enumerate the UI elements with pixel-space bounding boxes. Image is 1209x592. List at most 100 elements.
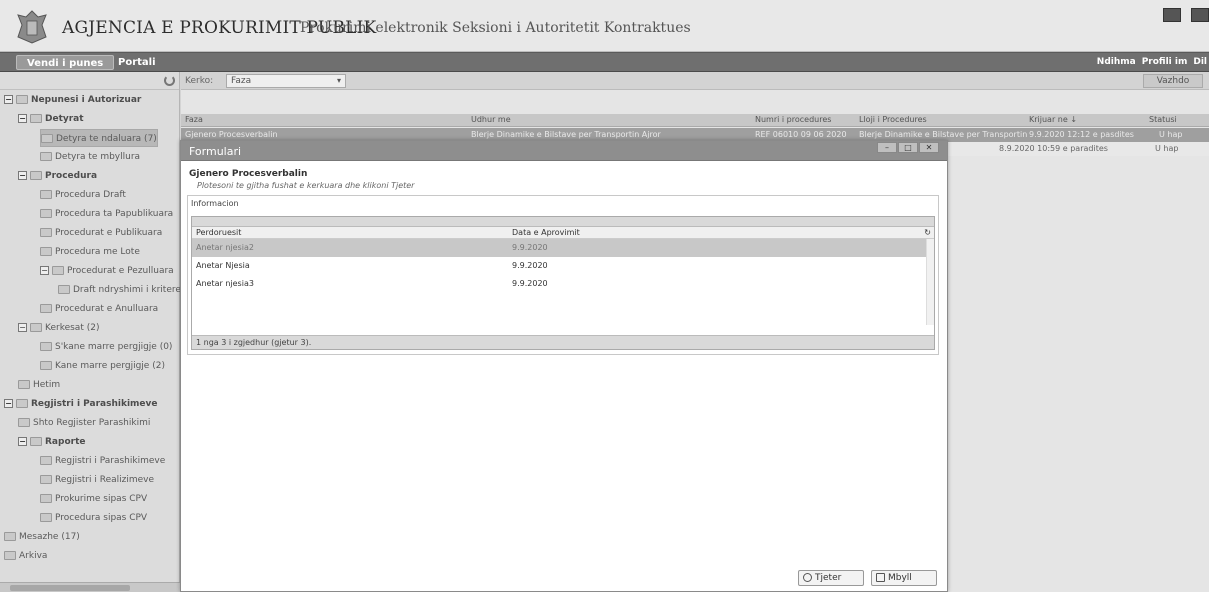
sidebar-item[interactable]: − Regjistri i Parashikimeve: [4, 395, 158, 413]
sidebar-item[interactable]: Detyra te mbyllura: [40, 148, 140, 166]
sidebar-item-label: Procedura me Lote: [55, 247, 140, 257]
next-label: Tjeter: [815, 573, 842, 583]
folder-icon: [40, 513, 52, 522]
search-field-value: Faza: [231, 76, 252, 86]
cell-statusi: U hap: [1159, 130, 1183, 139]
flag-icon[interactable]: [1191, 8, 1209, 22]
cell-user: Anetar njesia3: [196, 279, 254, 288]
sidebar-item[interactable]: Procedura sipas CPV: [40, 509, 147, 527]
close-icon[interactable]: ✕: [919, 142, 939, 153]
sidebar-item[interactable]: − Nepunesi i Autorizuar: [4, 91, 141, 109]
folder-icon: [16, 399, 28, 408]
sidebar-item[interactable]: Mesazhe (17): [4, 528, 80, 546]
col-krijuar[interactable]: Krijuar ne ↓: [1029, 115, 1077, 124]
sidebar-item[interactable]: − Procedura: [18, 167, 97, 185]
tree-expander-icon[interactable]: −: [18, 171, 27, 180]
table-row[interactable]: Anetar njesia2 9.9.2020: [192, 239, 934, 257]
sidebar-item-label: Procedura: [45, 171, 98, 181]
flag-icon[interactable]: [1163, 8, 1181, 22]
cell-date: 9.9.2020: [512, 279, 548, 288]
folder-icon: [40, 152, 52, 161]
sidebar-item-label: Arkiva: [19, 551, 48, 561]
close-label: Mbyll: [888, 573, 912, 583]
cell-date: 9.9.2020: [512, 261, 548, 270]
refresh-icon[interactable]: ↻: [924, 228, 931, 237]
sidebar-item[interactable]: − Detyrat: [18, 110, 84, 128]
logout-link[interactable]: Dil: [1193, 57, 1207, 67]
close-button[interactable]: Mbyll: [871, 570, 937, 586]
sidebar-item-label: Procedura Draft: [55, 190, 126, 200]
sidebar-item[interactable]: Prokurime sipas CPV: [40, 490, 147, 508]
minimize-icon[interactable]: –: [877, 142, 897, 153]
sidebar-item[interactable]: Procedura Draft: [40, 186, 126, 204]
form-heading: Gjenero Procesverbalin: [189, 169, 308, 179]
col-numri[interactable]: Numri i procedures: [755, 115, 831, 124]
cell-user: Anetar njesia2: [196, 243, 254, 252]
profile-link[interactable]: Profili im: [1142, 57, 1188, 67]
folder-icon: [40, 209, 52, 218]
sidebar-item-label: Kane marre pergjigje (2): [55, 361, 165, 371]
cell-lloji: Blerje Dinamike e Bilstave per Transport…: [859, 130, 1027, 139]
form-hint: Plotesoni te gjitha fushat e kerkuara dh…: [197, 181, 415, 190]
dialog-tools: – □ ✕: [876, 142, 939, 153]
folder-icon: [40, 456, 52, 465]
tree-expander-icon[interactable]: −: [18, 437, 27, 446]
tree-expander-icon[interactable]: −: [40, 266, 49, 275]
folder-icon: [40, 228, 52, 237]
next-button[interactable]: Tjeter: [798, 570, 864, 586]
sidebar-item[interactable]: Arkiva: [4, 547, 47, 565]
table-row[interactable]: Anetar Njesia 9.9.2020: [192, 257, 934, 275]
tree-expander-icon[interactable]: −: [4, 399, 13, 408]
folder-icon: [58, 285, 70, 294]
sidebar-item-label: Kerkesat (2): [45, 323, 100, 333]
refresh-icon[interactable]: [164, 75, 175, 86]
sidebar-scrollbar[interactable]: [0, 582, 180, 592]
sidebar-item[interactable]: Shto Regjister Parashikimi: [18, 414, 150, 432]
tab-vendi-i-punes[interactable]: Vendi i punes: [16, 55, 115, 70]
sidebar-item[interactable]: Procedurat e Anulluara: [40, 300, 158, 318]
dialog-title: Formulari: [189, 145, 242, 158]
sidebar-item[interactable]: Regjistri i Parashikimeve: [40, 452, 165, 470]
sidebar-item[interactable]: Hetim: [18, 376, 60, 394]
cell-krijuar: 9.9.2020 12:12 e pasdites: [1029, 130, 1134, 139]
sidebar-item[interactable]: Detyra te ndaluara (7): [40, 129, 158, 147]
sidebar-toolbar: [0, 72, 179, 90]
tree-expander-icon[interactable]: −: [18, 114, 27, 123]
continue-button[interactable]: Vazhdo: [1143, 74, 1203, 88]
sidebar-item[interactable]: − Kerkesat (2): [18, 319, 99, 337]
approvals-grid-header: Perdoruesit Data e Aprovimit ↻: [192, 227, 934, 239]
sidebar-item[interactable]: Procedurat e Publikuara: [40, 224, 162, 242]
app-header: AGJENCIA E PROKURIMIT PUBLIK Prokurimi e…: [0, 0, 1209, 52]
tab-portali[interactable]: Portali: [108, 55, 166, 70]
tree-expander-icon[interactable]: −: [4, 95, 13, 104]
grid-scrollbar[interactable]: [926, 239, 934, 325]
folder-icon: [18, 418, 30, 427]
header-icons: [1163, 8, 1209, 22]
sidebar-item-label: Procedura ta Papublikuara: [55, 209, 174, 219]
maximize-icon[interactable]: □: [898, 142, 918, 153]
sidebar-item[interactable]: − Procedurat e Pezulluara: [40, 262, 174, 280]
search-field-select[interactable]: Faza ▾: [226, 74, 346, 88]
sidebar-item-label: Regjistri i Realizimeve: [55, 475, 155, 485]
sidebar-item[interactable]: Procedura me Lote: [40, 243, 140, 261]
sidebar-item[interactable]: Procedura ta Papublikuara: [40, 205, 173, 223]
col-data-aprovimit[interactable]: Data e Aprovimit: [512, 228, 580, 237]
sidebar-item[interactable]: S'kane marre pergjigje (0): [40, 338, 172, 356]
cell-user: Anetar Njesia: [196, 261, 250, 270]
sidebar-item[interactable]: Draft ndryshimi i kritereve: [58, 281, 192, 299]
tree-expander-icon[interactable]: −: [18, 323, 27, 332]
col-faza[interactable]: Faza: [185, 115, 203, 124]
col-udhur-me[interactable]: Udhur me: [471, 115, 511, 124]
sidebar-item[interactable]: Regjistri i Realizimeve: [40, 471, 154, 489]
folder-icon: [40, 475, 52, 484]
help-link[interactable]: Ndihma: [1097, 57, 1136, 67]
col-statusi[interactable]: Statusi: [1149, 115, 1177, 124]
sidebar-item[interactable]: − Raporte: [18, 433, 85, 451]
col-lloji[interactable]: Lloji i Procedures: [859, 115, 927, 124]
sidebar-tree: − Nepunesi i Autorizuar − Detyrat Detyra te …: [0, 72, 192, 592]
col-perdoruesit[interactable]: Perdoruesit: [196, 228, 241, 237]
folder-icon: [4, 532, 16, 541]
sidebar-item[interactable]: Kane marre pergjigje (2): [40, 357, 165, 375]
table-row[interactable]: Anetar njesia3 9.9.2020: [192, 275, 934, 293]
dialog-titlebar[interactable]: Formulari – □ ✕: [181, 141, 947, 161]
